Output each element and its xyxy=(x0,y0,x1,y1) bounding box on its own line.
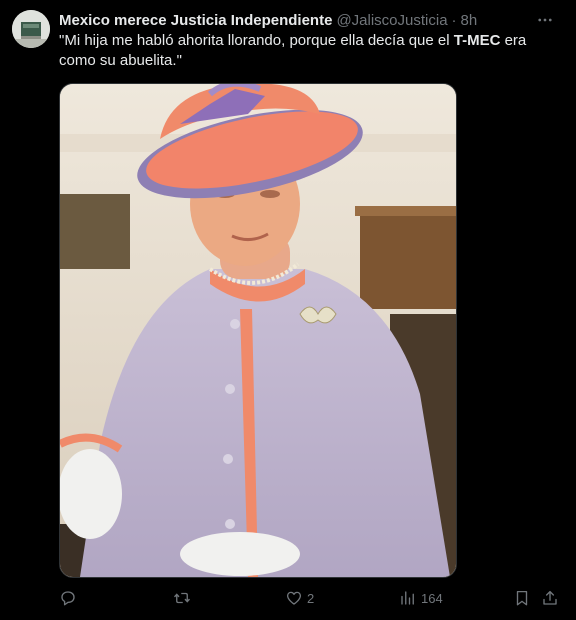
repost-button[interactable] xyxy=(173,586,195,610)
heart-icon xyxy=(286,591,302,605)
author-handle[interactable]: @JaliscoJusticia xyxy=(336,12,447,29)
avatar[interactable] xyxy=(12,10,50,48)
tweet-actions: 2 164 xyxy=(59,586,559,610)
bookmark-icon xyxy=(516,590,528,606)
views-chart-icon xyxy=(401,591,414,605)
tweet-text: "Mi hija me habló ahorita llorando, porq… xyxy=(59,31,539,71)
tweet-text-part: "Mi hija me habló ahorita llorando, porq… xyxy=(59,32,454,49)
photo-illustration xyxy=(60,84,456,577)
avatar-image xyxy=(12,10,50,48)
share-icon xyxy=(543,590,557,605)
like-count: 2 xyxy=(307,590,315,606)
author-name[interactable]: Mexico merece Justicia Independiente xyxy=(59,12,332,29)
tweet-header: Mexico merece Justicia Independiente @Ja… xyxy=(59,10,536,30)
more-options-button[interactable] xyxy=(532,9,558,31)
views-button[interactable]: 164 xyxy=(399,586,443,610)
tweet-text-bold: T-MEC xyxy=(453,32,501,49)
more-horizontal-icon xyxy=(538,18,552,22)
repost-icon xyxy=(174,592,190,604)
post-time[interactable]: 8h xyxy=(461,12,478,29)
share-button[interactable] xyxy=(541,586,559,610)
reply-icon xyxy=(61,591,75,606)
like-button[interactable]: 2 xyxy=(285,586,314,610)
tweet[interactable]: Mexico merece Justicia Independiente @Ja… xyxy=(0,0,576,620)
bookmark-button[interactable] xyxy=(513,586,531,610)
separator-dot: · xyxy=(451,11,457,29)
reply-button[interactable] xyxy=(59,586,81,610)
tweet-photo[interactable] xyxy=(59,83,457,578)
views-count: 164 xyxy=(421,590,443,606)
